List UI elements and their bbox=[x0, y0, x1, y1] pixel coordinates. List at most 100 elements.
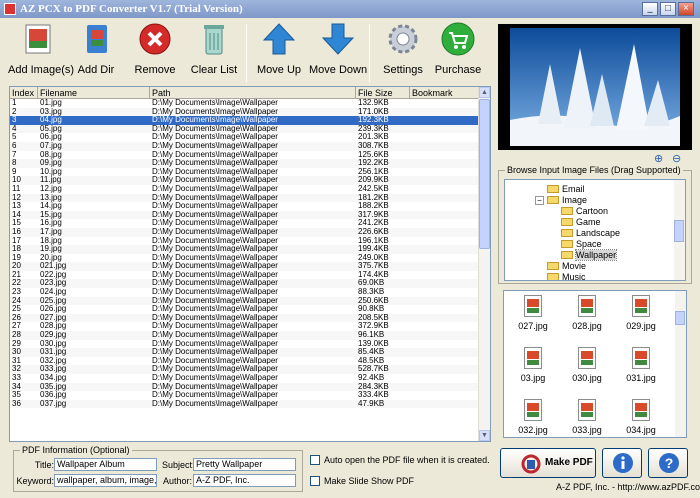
table-row[interactable]: 34 035.jpg D:\My Documents\Image\Wallpaper… bbox=[10, 382, 480, 392]
thumbnail-item[interactable]: 03.jpg bbox=[508, 347, 558, 383]
settings-button[interactable]: Settings bbox=[374, 22, 432, 76]
table-row[interactable]: 16 17.jpg D:\My Documents\Image\Wallpaper 2… bbox=[10, 227, 480, 237]
table-row[interactable]: 28 029.jpg D:\My Documents\Image\Wallpaper… bbox=[10, 331, 480, 340]
thumbnail-scrollbar[interactable] bbox=[675, 291, 686, 437]
table-row[interactable]: 11 12.jpg D:\My Documents\Image\Wallpaper 2… bbox=[10, 185, 480, 194]
thumbnail-item[interactable]: 033.jpg bbox=[562, 399, 612, 435]
folder-tree[interactable]: Email − Image Cartoon Game Landscape Space Wall… bbox=[504, 179, 686, 281]
footer-link[interactable]: A-Z PDF, Inc. - http://www.azPDF.com bbox=[556, 482, 700, 492]
column-header-bookmark[interactable]: Bookmark bbox=[410, 87, 480, 99]
move-down-button[interactable]: Move Down bbox=[309, 22, 367, 76]
table-row[interactable]: 12 13.jpg D:\My Documents\Image\Wallpaper 1… bbox=[10, 193, 480, 203]
zoom-in-icon[interactable]: ⊕ bbox=[654, 152, 666, 165]
table-row[interactable]: 25 026.jpg D:\My Documents\Image\Wallpaper… bbox=[10, 305, 480, 314]
author-field[interactable]: A-Z PDF, Inc. bbox=[193, 474, 296, 487]
table-row[interactable]: 9 10.jpg D:\My Documents\Image\Wallpaper 25… bbox=[10, 168, 480, 177]
remove-button[interactable]: Remove bbox=[126, 22, 184, 76]
tree-item-game[interactable]: Game bbox=[561, 217, 601, 228]
file-list-grid[interactable]: Index Filename Path File Size Bookmark 1… bbox=[9, 86, 491, 442]
table-row[interactable]: 14 15.jpg D:\My Documents\Image\Wallpaper 3… bbox=[10, 210, 480, 220]
close-icon[interactable]: × bbox=[678, 2, 694, 16]
tree-scrollbar[interactable] bbox=[674, 180, 685, 280]
table-row[interactable]: 13 14.jpg D:\My Documents\Image\Wallpaper 1… bbox=[10, 202, 480, 211]
auto-open-checkbox[interactable] bbox=[310, 455, 320, 465]
thumbnail-scroll-thumb[interactable] bbox=[675, 311, 685, 325]
move-up-button[interactable]: Move Up bbox=[250, 22, 308, 76]
thumbnail-item[interactable]: 027.jpg bbox=[508, 295, 558, 331]
tree-item-space[interactable]: Space bbox=[561, 239, 602, 250]
subject-field[interactable]: Pretty Wallpaper bbox=[193, 458, 296, 471]
thumbnail-item[interactable]: 029.jpg bbox=[616, 295, 666, 331]
thumbnail-item[interactable]: 034.jpg bbox=[616, 399, 666, 435]
table-cell-filename: 035.jpg bbox=[40, 382, 67, 391]
thumbnail-item[interactable]: 028.jpg bbox=[562, 295, 612, 331]
zoom-out-icon[interactable]: ⊖ bbox=[672, 152, 684, 165]
thumbnail-item[interactable]: 030.jpg bbox=[562, 347, 612, 383]
about-button[interactable] bbox=[602, 448, 642, 478]
table-row[interactable]: 31 032.jpg D:\My Documents\Image\Wallpaper… bbox=[10, 357, 480, 366]
tree-item-label: Image bbox=[562, 195, 588, 205]
table-row[interactable]: 10 11.jpg D:\My Documents\Image\Wallpaper 2… bbox=[10, 176, 480, 185]
tree-item-movie[interactable]: Movie bbox=[547, 261, 586, 272]
purchase-button[interactable]: Purchase bbox=[429, 22, 487, 76]
purchase-icon bbox=[441, 22, 475, 56]
column-header-index[interactable]: Index bbox=[10, 87, 38, 99]
table-row[interactable]: 20 021.jpg D:\My Documents\Image\Wallpaper… bbox=[10, 262, 480, 271]
scroll-up-icon[interactable]: ▲ bbox=[479, 87, 490, 98]
table-row[interactable]: 17 18.jpg D:\My Documents\Image\Wallpaper 1… bbox=[10, 237, 480, 246]
column-header-file-size[interactable]: File Size bbox=[356, 87, 410, 99]
table-row[interactable]: 32 033.jpg D:\My Documents\Image\Wallpaper… bbox=[10, 365, 480, 374]
maximize-icon[interactable]: □ bbox=[660, 2, 676, 16]
scroll-thumb[interactable] bbox=[479, 99, 490, 249]
tree-item-cartoon[interactable]: Cartoon bbox=[561, 206, 608, 217]
table-row[interactable]: 26 027.jpg D:\My Documents\Image\Wallpaper… bbox=[10, 313, 480, 323]
tree-scroll-thumb[interactable] bbox=[674, 220, 684, 242]
add-image-button[interactable]: Add Image(s) bbox=[8, 22, 74, 76]
help-button[interactable]: ? bbox=[648, 448, 688, 478]
column-header-path[interactable]: Path bbox=[150, 87, 356, 99]
keyword-field[interactable]: wallpaper, album, image, pdf bbox=[54, 474, 157, 487]
table-row[interactable]: 33 034.jpg D:\My Documents\Image\Wallpaper… bbox=[10, 374, 480, 383]
tree-collapse-icon[interactable]: − bbox=[535, 196, 544, 205]
table-row[interactable]: 22 023.jpg D:\My Documents\Image\Wallpaper… bbox=[10, 279, 480, 289]
table-row[interactable]: 3 04.jpg D:\My Documents\Image\Wallpaper 19… bbox=[10, 116, 480, 125]
tree-item-email[interactable]: Email bbox=[547, 184, 585, 195]
table-row[interactable]: 19 20.jpg D:\My Documents\Image\Wallpaper 2… bbox=[10, 254, 480, 263]
table-row[interactable]: 27 028.jpg D:\My Documents\Image\Wallpaper… bbox=[10, 322, 480, 331]
table-row[interactable]: 36 037.jpg D:\My Documents\Image\Wallpaper… bbox=[10, 399, 480, 409]
table-row[interactable]: 2 03.jpg D:\My Documents\Image\Wallpaper 17… bbox=[10, 107, 480, 117]
table-row[interactable]: 29 030.jpg D:\My Documents\Image\Wallpaper… bbox=[10, 340, 480, 349]
title-field[interactable]: Wallpaper Album bbox=[54, 458, 157, 471]
table-row[interactable]: 1 01.jpg D:\My Documents\Image\Wallpaper 13… bbox=[10, 99, 480, 108]
table-row[interactable]: 5 06.jpg D:\My Documents\Image\Wallpaper 20… bbox=[10, 133, 480, 142]
scroll-down-icon[interactable]: ▼ bbox=[479, 430, 490, 441]
table-row[interactable]: 23 024.jpg D:\My Documents\Image\Wallpaper… bbox=[10, 288, 480, 297]
thumbnail-item[interactable]: 032.jpg bbox=[508, 399, 558, 435]
table-row[interactable]: 35 036.jpg D:\My Documents\Image\Wallpaper… bbox=[10, 391, 480, 400]
minimize-icon[interactable]: _ bbox=[642, 2, 658, 16]
add-dir-button[interactable]: Add Dir bbox=[67, 22, 125, 76]
clear-list-button[interactable]: Clear List bbox=[185, 22, 243, 76]
table-row[interactable]: 21 022.jpg D:\My Documents\Image\Wallpaper… bbox=[10, 271, 480, 280]
table-cell-filename: 13.jpg bbox=[40, 193, 62, 202]
thumbnail-item[interactable]: 031.jpg bbox=[616, 347, 666, 383]
table-row[interactable]: 4 05.jpg D:\My Documents\Image\Wallpaper 23… bbox=[10, 124, 480, 134]
table-row[interactable]: 30 031.jpg D:\My Documents\Image\Wallpaper… bbox=[10, 348, 480, 357]
table-row[interactable]: 24 025.jpg D:\My Documents\Image\Wallpaper… bbox=[10, 296, 480, 306]
tree-item-music[interactable]: Music bbox=[547, 272, 586, 280]
thumbnail-panel[interactable]: 027.jpg 028.jpg 029.jpg 03.jpg 030.jpg 031.jp… bbox=[503, 290, 687, 438]
tree-item-image[interactable]: − Image bbox=[535, 195, 588, 206]
tree-item-landscape[interactable]: Landscape bbox=[561, 228, 620, 239]
table-row[interactable]: 18 19.jpg D:\My Documents\Image\Wallpaper 1… bbox=[10, 245, 480, 254]
make-pdf-button[interactable]: Make PDF bbox=[500, 448, 596, 478]
table-row[interactable]: 15 16.jpg D:\My Documents\Image\Wallpaper 2… bbox=[10, 219, 480, 228]
column-header-filename[interactable]: Filename bbox=[38, 87, 150, 99]
table-cell-filename: 16.jpg bbox=[40, 219, 62, 228]
table-cell-file-size: 308.7KB bbox=[358, 141, 389, 150]
table-row[interactable]: 8 09.jpg D:\My Documents\Image\Wallpaper 19… bbox=[10, 159, 480, 168]
slide-show-checkbox[interactable] bbox=[310, 476, 320, 486]
table-row[interactable]: 6 07.jpg D:\My Documents\Image\Wallpaper 30… bbox=[10, 141, 480, 151]
tree-item-wallpaper[interactable]: Wallpaper bbox=[561, 249, 618, 261]
table-row[interactable]: 7 08.jpg D:\My Documents\Image\Wallpaper 12… bbox=[10, 151, 480, 160]
grid-scrollbar[interactable]: ▲ ▼ bbox=[478, 87, 490, 441]
